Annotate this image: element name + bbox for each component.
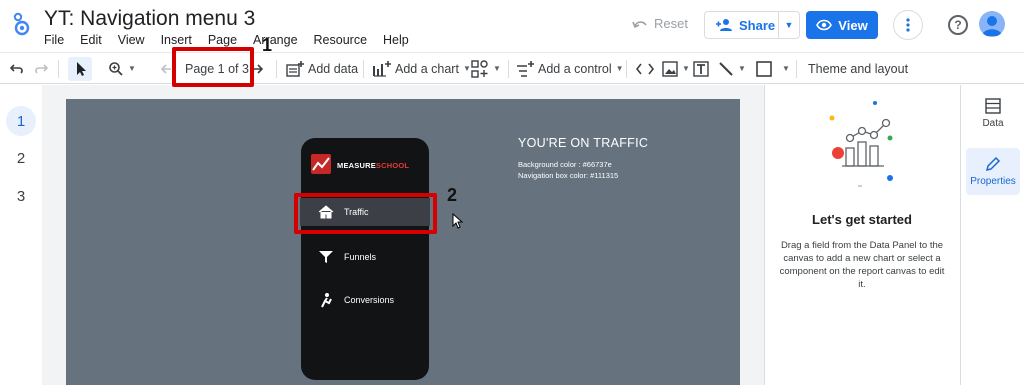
tab-properties[interactable]: Properties (966, 148, 1020, 195)
report-title[interactable]: YT: Navigation menu 3 (44, 7, 255, 31)
tab-properties-label: Properties (970, 176, 1016, 187)
get-started-title: Let's get started (812, 212, 912, 227)
line-icon (719, 61, 733, 76)
community-viz-caret-icon: ▼ (493, 64, 501, 73)
annotation-marker-2: 2 (447, 185, 458, 205)
background-color-note: Background color : #66737e (518, 160, 612, 169)
nav-item-conversions[interactable]: Conversions (318, 292, 394, 308)
zoom-icon (109, 61, 123, 76)
tab-data-label: Data (982, 118, 1004, 129)
annotation-box-1 (172, 47, 254, 87)
page-1-button[interactable]: 1 (6, 106, 36, 136)
pointer-icon (77, 62, 86, 76)
image-caret-icon: ▼ (682, 64, 690, 73)
measureschool-logo-text: MEASURESCHOOL (337, 161, 409, 170)
add-chart-button[interactable]: Add a chart ▼ (373, 53, 471, 84)
add-data-icon (286, 60, 304, 77)
undo-icon[interactable] (10, 53, 24, 84)
prev-page-icon[interactable] (160, 53, 172, 84)
canvas-scrollbar[interactable] (742, 85, 764, 385)
add-data-label: Add data (308, 61, 359, 76)
reset-button[interactable]: Reset (632, 16, 688, 31)
menu-arrange[interactable]: Arrange (253, 33, 297, 47)
shape-button[interactable]: ▼ (756, 53, 790, 84)
page-2-button[interactable]: 2 (6, 143, 36, 173)
menu-page[interactable]: Page (208, 33, 237, 47)
annotation-marker-1: 1 (262, 35, 273, 55)
more-options-button[interactable] (893, 10, 923, 40)
add-control-label: Add a control (538, 61, 612, 76)
page-list: 1 2 3 (0, 85, 42, 385)
eye-icon (816, 19, 833, 31)
get-started-illustration-icon (829, 101, 893, 187)
theme-layout-button[interactable]: Theme and layout (808, 53, 908, 84)
conversion-icon (321, 293, 332, 308)
menu-edit[interactable]: Edit (80, 33, 102, 47)
report-heading: YOU'RE ON TRAFFIC (518, 136, 649, 150)
page-3-button[interactable]: 3 (6, 181, 36, 211)
logo-school-text: SCHOOL (375, 161, 410, 170)
add-person-icon (716, 19, 732, 31)
add-chart-caret-icon: ▼ (462, 64, 471, 73)
view-label: View (838, 17, 868, 33)
mouse-cursor-icon (452, 213, 464, 229)
menu-bar: File Edit View Insert Page Arrange Resou… (44, 33, 425, 47)
add-chart-icon (373, 60, 391, 77)
looker-studio-logo[interactable] (10, 10, 34, 38)
more-vert-icon (906, 18, 910, 32)
line-button[interactable]: ▼ (718, 53, 746, 84)
menu-file[interactable]: File (44, 33, 64, 47)
line-caret-icon: ▼ (738, 64, 746, 73)
add-chart-label: Add a chart (395, 61, 459, 76)
annotation-box-2 (294, 193, 437, 234)
community-viz-icon (471, 59, 488, 78)
logo-measure-text: MEASURE (337, 161, 376, 170)
nav-label-funnels: Funnels (344, 252, 377, 262)
redo-icon[interactable] (34, 53, 48, 84)
image-button[interactable]: ▼ (662, 53, 690, 84)
tab-data[interactable]: Data (966, 98, 1020, 129)
measureschool-logo-icon (311, 154, 331, 174)
pencil-icon (985, 156, 1001, 172)
share-button[interactable]: Share ▼ (704, 11, 800, 39)
reset-label: Reset (654, 16, 688, 31)
menu-insert[interactable]: Insert (161, 33, 192, 47)
menu-view[interactable]: View (118, 33, 145, 47)
embed-code-icon[interactable] (636, 53, 654, 84)
toolbar: ▼ Page 1 of 3 Add data Add a chart ▼ ▼ A… (0, 52, 1024, 84)
share-main[interactable]: Share (705, 12, 779, 38)
rectangle-icon (756, 60, 772, 77)
share-label: Share (739, 17, 776, 33)
avatar[interactable] (979, 11, 1005, 37)
shape-caret-icon: ▼ (782, 64, 790, 73)
menu-resource[interactable]: Resource (314, 33, 368, 47)
add-data-button[interactable]: Add data (286, 53, 358, 84)
zoom-caret-icon: ▼ (128, 64, 136, 73)
text-box-icon[interactable] (693, 53, 709, 84)
user-avatar-icon (982, 16, 1002, 36)
add-control-button[interactable]: Add a control ▼ (516, 53, 624, 84)
nav-label-conversions: Conversions (344, 295, 395, 305)
side-tabs (960, 85, 1024, 385)
add-control-icon (517, 60, 534, 77)
reset-icon (632, 20, 647, 28)
get-started-description: Drag a field from the Data Panel to the … (779, 240, 945, 290)
nav-item-funnels[interactable]: Funnels (318, 250, 376, 264)
view-button[interactable]: View (806, 11, 878, 39)
community-viz-button[interactable]: ▼ (471, 53, 501, 84)
data-table-icon (985, 98, 1001, 114)
funnel-icon (319, 251, 333, 263)
help-icon[interactable]: ? (948, 15, 968, 35)
zoom-button[interactable]: ▼ (108, 53, 136, 84)
share-dropdown-icon[interactable]: ▼ (779, 20, 799, 30)
nav-color-note: Navigation box color: #111315 (518, 171, 619, 180)
select-tool-button[interactable] (68, 57, 92, 81)
menu-help[interactable]: Help (383, 33, 409, 47)
image-icon (662, 60, 678, 77)
add-control-caret-icon: ▼ (615, 64, 624, 73)
